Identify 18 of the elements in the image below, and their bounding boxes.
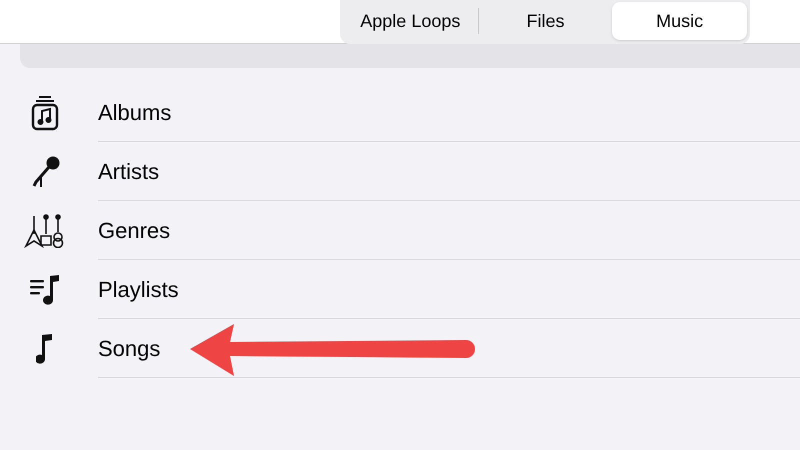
category-row[interactable]: Artists [0,142,800,201]
microphone-icon [30,156,60,188]
search-field[interactable] [20,44,800,68]
playlist-icon [28,274,62,306]
album-stack-icon [31,94,59,130]
category-row[interactable]: Genres [0,201,800,260]
segment-tab[interactable]: Files [478,2,612,40]
category-label: Genres [98,216,170,244]
category-label: Artists [98,158,160,186]
guitars-icon [24,214,66,248]
music-note-icon [36,332,54,364]
category-row[interactable]: Playlists [0,260,800,319]
category-label: Playlists [98,276,179,304]
category-row[interactable]: Albums [0,83,800,142]
segment-tab[interactable]: Apple Loops [343,2,478,40]
category-label: Songs [98,334,160,363]
category-label: Albums [98,98,172,126]
segment-tab[interactable]: Music [612,2,748,40]
